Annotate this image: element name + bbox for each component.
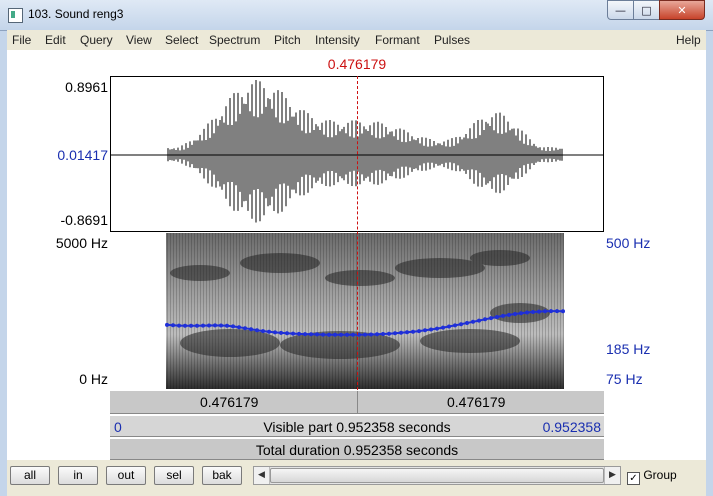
- group-toggle[interactable]: ✓ Group: [627, 468, 677, 485]
- zoom-back-button[interactable]: bak: [202, 466, 242, 485]
- menu-spectrum[interactable]: Spectrum: [209, 33, 260, 47]
- menu-pitch[interactable]: Pitch: [274, 33, 301, 47]
- menu-formant[interactable]: Formant: [375, 33, 420, 47]
- cursor-line: [357, 76, 358, 390]
- zoom-all-button[interactable]: all: [10, 466, 50, 485]
- total-duration-label: Total duration 0.952358 seconds: [255, 442, 459, 458]
- spectrogram-top-freq: 5000 Hz: [55, 235, 108, 251]
- right-segment-duration[interactable]: 0.476179: [447, 394, 505, 410]
- cursor-time-label: 0.476179: [327, 56, 387, 72]
- zoom-selection-button[interactable]: sel: [154, 466, 194, 485]
- window-right-border: [706, 0, 713, 496]
- menu-intensity[interactable]: Intensity: [315, 33, 360, 47]
- waveform-mid-label: 0.01417: [57, 147, 108, 163]
- maximize-button[interactable]: □: [633, 0, 660, 20]
- close-icon: ✕: [677, 4, 687, 17]
- menu-view[interactable]: View: [126, 33, 152, 47]
- menu-edit[interactable]: Edit: [45, 33, 66, 47]
- spectrogram-bottom-freq: 0 Hz: [79, 371, 108, 387]
- menu-file[interactable]: File: [12, 33, 31, 47]
- minimize-icon: —: [615, 4, 626, 17]
- group-label: Group: [643, 468, 677, 482]
- cursor-segment-bar[interactable]: 0.476179 0.476179: [110, 390, 604, 414]
- segment-divider: [357, 391, 358, 413]
- pitch-mid-label: 185 Hz: [606, 341, 651, 357]
- menu-query[interactable]: Query: [80, 33, 113, 47]
- window-title: 103. Sound reng3: [28, 7, 124, 21]
- bottom-toolbar: all in out sel bak ◀ ▶ ✓ Group: [7, 462, 706, 490]
- window-left-border: [0, 30, 7, 496]
- maximize-icon: □: [641, 4, 652, 17]
- menu-help[interactable]: Help: [676, 33, 701, 47]
- app-icon: [8, 8, 23, 23]
- total-duration-bar[interactable]: Total duration 0.952358 seconds: [110, 438, 604, 460]
- pitch-bottom-label: 75 Hz: [606, 371, 643, 387]
- scroll-left-icon[interactable]: ◀: [254, 467, 270, 484]
- left-segment-duration[interactable]: 0.476179: [200, 394, 258, 410]
- scroll-right-icon[interactable]: ▶: [604, 467, 620, 484]
- close-button[interactable]: ✕: [659, 0, 705, 20]
- waveform-max-label: 0.8961: [65, 79, 108, 95]
- visible-part-bar[interactable]: 0 Visible part 0.952358 seconds 0.952358: [110, 415, 604, 437]
- visible-end: 0.952358: [542, 419, 601, 435]
- waveform-min-label: -0.8691: [60, 212, 108, 228]
- group-checkbox[interactable]: ✓: [627, 472, 640, 485]
- minimize-button[interactable]: —: [607, 0, 634, 20]
- menu-bar: File Edit Query View Select Spectrum Pit…: [7, 30, 706, 50]
- zoom-out-button[interactable]: out: [106, 466, 146, 485]
- pitch-top-label: 500 Hz: [606, 235, 651, 251]
- menu-select[interactable]: Select: [165, 33, 198, 47]
- title-bar: 103. Sound reng3 — □ ✕: [0, 0, 713, 31]
- time-scrollbar[interactable]: ◀ ▶: [253, 466, 621, 485]
- menu-pulses[interactable]: Pulses: [434, 33, 470, 47]
- zoom-in-button[interactable]: in: [58, 466, 98, 485]
- visible-part-label: Visible part 0.952358 seconds: [263, 419, 451, 435]
- scroll-thumb[interactable]: [270, 468, 604, 483]
